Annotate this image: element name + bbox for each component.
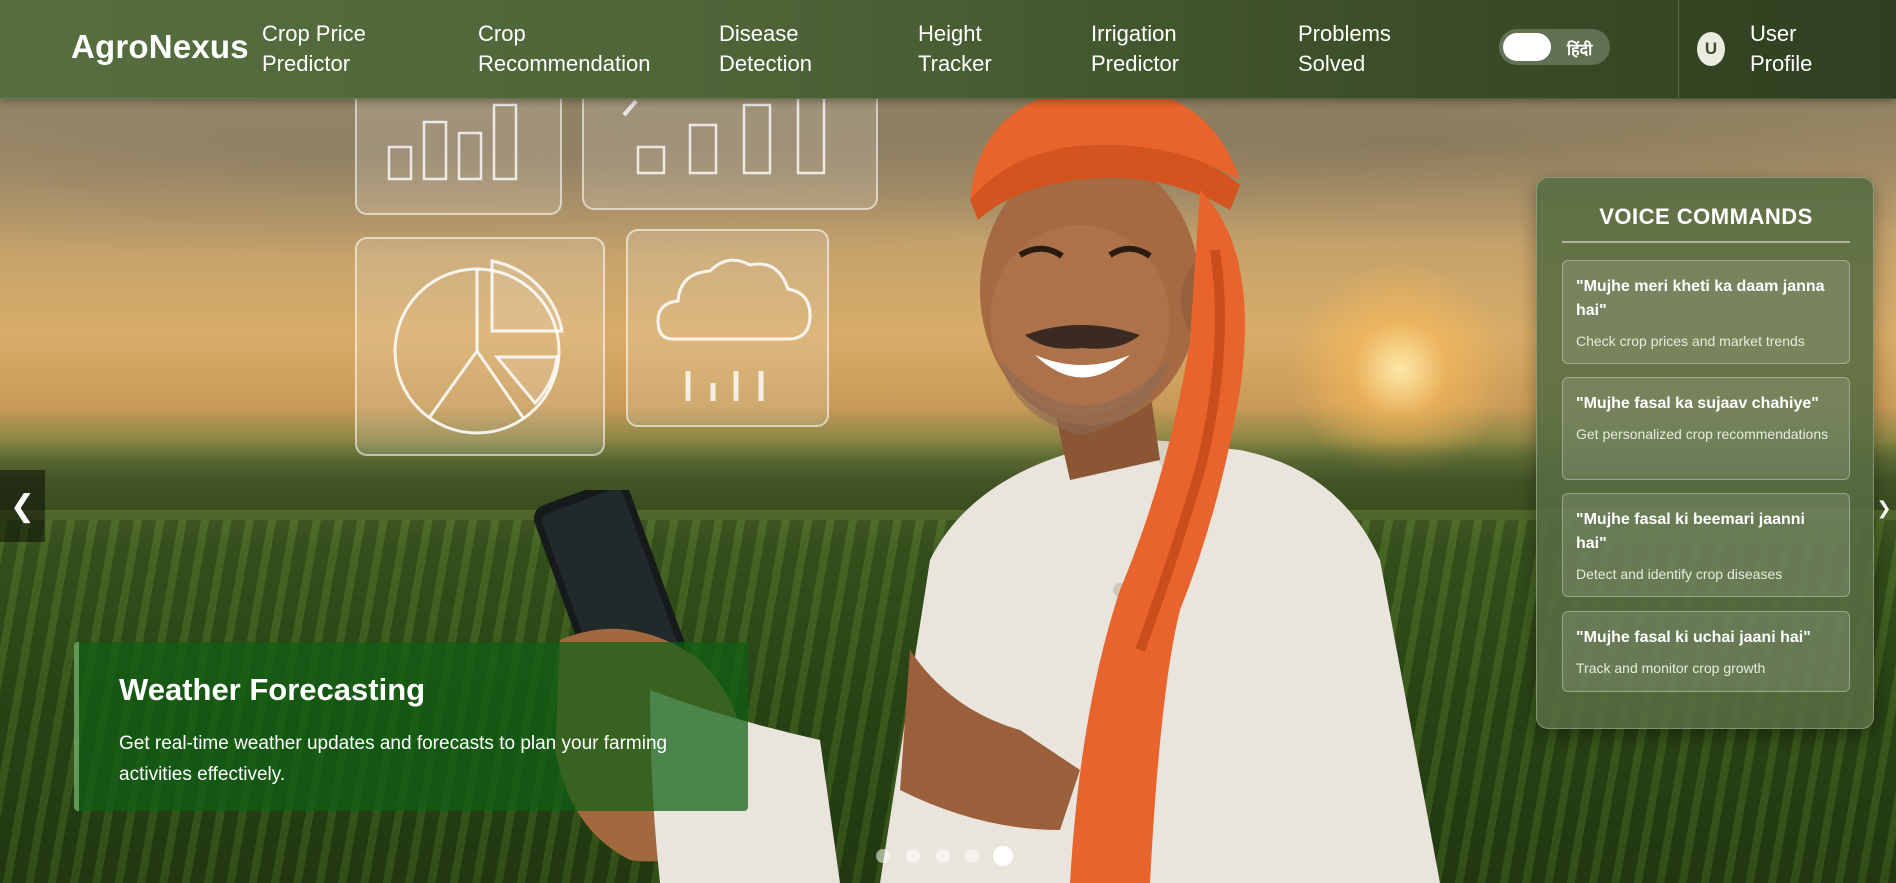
slider-indicators xyxy=(876,844,1016,866)
nav-problems-solved[interactable]: Problems Solved xyxy=(1298,19,1391,79)
chevron-left-icon: ❮ xyxy=(9,489,36,523)
nav-label-line1: Crop Price xyxy=(262,21,366,46)
nav-label-line2: Recommendation xyxy=(478,51,651,76)
slider-next-button[interactable]: ❯ xyxy=(1872,490,1896,526)
slide-indicator-dot[interactable] xyxy=(876,849,890,863)
slide-description: Get real-time weather updates and foreca… xyxy=(119,733,668,785)
bar-chart-icon xyxy=(355,85,562,215)
rain-cloud-icon xyxy=(626,229,829,427)
voice-command-item[interactable]: "Mujhe fasal ka sujaav chahiye" Get pers… xyxy=(1562,377,1850,480)
language-toggle-label: हिंदी xyxy=(1567,42,1593,59)
toggle-knob xyxy=(1503,33,1551,61)
voice-command-phrase: "Mujhe fasal ki beemari jaanni hai" xyxy=(1576,511,1805,552)
language-toggle[interactable]: हिंदी xyxy=(1499,29,1610,65)
nav-crop-recommendation[interactable]: Crop Recommendation xyxy=(478,19,650,79)
slide-indicator-dot[interactable] xyxy=(906,849,920,863)
voice-command-phrase: "Mujhe fasal ka sujaav chahiye" xyxy=(1576,395,1819,412)
top-navigation-bar: AgroNexus Crop Price Predictor Crop Reco… xyxy=(0,0,1896,99)
user-profile-link[interactable]: User Profile xyxy=(1750,19,1812,79)
voice-title-divider xyxy=(1562,241,1850,243)
nav-label-line2: Tracker xyxy=(918,51,992,76)
nav-label-line2: Predictor xyxy=(1091,51,1180,76)
voice-command-item[interactable]: "Mujhe fasal ki uchai jaani hai" Track a… xyxy=(1562,611,1850,692)
slide-title: Weather Forecasting xyxy=(119,672,426,707)
nav-label-line1: Disease xyxy=(719,21,799,46)
voice-command-description: Get personalized crop recommendations xyxy=(1576,426,1829,442)
nav-label-line2: Solved xyxy=(1298,51,1366,76)
voice-command-item[interactable]: "Mujhe fasal ki beemari jaanni hai" Dete… xyxy=(1562,493,1850,597)
voice-command-description: Check crop prices and market trends xyxy=(1576,333,1805,349)
farmer-illustration xyxy=(880,90,1440,883)
slide-indicator-dot[interactable] xyxy=(965,849,979,863)
slide-caption: Weather Forecasting Get real-time weathe… xyxy=(74,642,748,811)
voice-command-item[interactable]: "Mujhe meri kheti ka daam janna hai" Che… xyxy=(1562,260,1850,364)
voice-command-phrase: "Mujhe fasal ki uchai jaani hai" xyxy=(1576,629,1811,646)
nav-label-line1: Irrigation xyxy=(1091,21,1177,46)
nav-label-line1: Crop xyxy=(478,21,526,46)
voice-commands-panel: VOICE COMMANDS "Mujhe meri kheti ka daam… xyxy=(1536,177,1874,729)
slider-prev-button[interactable]: ❮ xyxy=(0,470,45,542)
nav-height-tracker[interactable]: Height Tracker xyxy=(918,19,992,79)
nav-label-line1: Problems xyxy=(1298,21,1391,46)
nav-label-line2: Predictor xyxy=(262,51,351,76)
slide-indicator-dot-active[interactable] xyxy=(993,846,1013,866)
user-avatar[interactable]: U xyxy=(1697,32,1725,66)
voice-commands-title: VOICE COMMANDS xyxy=(1599,204,1813,229)
nav-label-line1: Height xyxy=(918,21,982,46)
nav-label-line2: Detection xyxy=(719,51,812,76)
pie-chart-icon xyxy=(355,237,605,456)
voice-command-description: Track and monitor crop growth xyxy=(1576,660,1766,676)
growth-chart-icon xyxy=(582,85,878,210)
slide-indicator-dot[interactable] xyxy=(936,849,950,863)
nav-divider xyxy=(1678,0,1679,98)
brand-logo[interactable]: AgroNexus xyxy=(71,28,249,66)
chevron-right-icon: ❯ xyxy=(1876,497,1892,518)
nav-irrigation-predictor[interactable]: Irrigation Predictor xyxy=(1091,19,1179,79)
nav-disease-detection[interactable]: Disease Detection xyxy=(719,19,812,79)
profile-label-line2: Profile xyxy=(1750,51,1813,76)
voice-command-description: Detect and identify crop diseases xyxy=(1576,566,1783,582)
profile-label-line1: User xyxy=(1750,21,1797,46)
voice-command-phrase: "Mujhe meri kheti ka daam janna hai" xyxy=(1576,278,1825,319)
nav-crop-price-predictor[interactable]: Crop Price Predictor xyxy=(262,19,366,79)
